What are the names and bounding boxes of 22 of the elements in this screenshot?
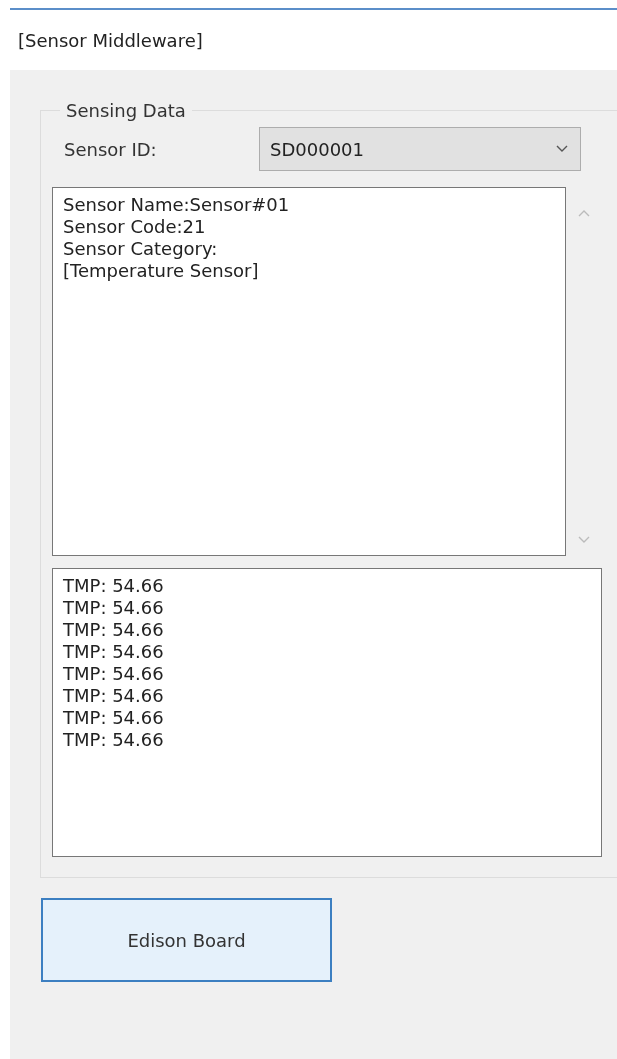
group-title: Sensing Data (65, 100, 187, 121)
info-line: [Temperature Sensor] (63, 260, 260, 282)
dropdown-icon[interactable] (556, 145, 568, 153)
reading-line: TMP: 54.66 (63, 619, 165, 641)
scroll-down-icon[interactable] (578, 536, 590, 544)
reading-line: TMP: 54.66 (63, 707, 165, 729)
scroll-up-icon[interactable] (578, 209, 590, 217)
reading-line: TMP: 54.66 (63, 729, 165, 751)
reading-line: TMP: 54.66 (63, 597, 165, 619)
info-line: Sensor Category: (63, 238, 219, 260)
sensor-id-label: Sensor ID: (63, 138, 158, 160)
info-line: Sensor Code:21 (63, 216, 207, 238)
reading-line: TMP: 54.66 (63, 575, 165, 597)
edison-board-button[interactable]: Edison Board (41, 898, 332, 982)
reading-line: TMP: 54.66 (63, 641, 165, 663)
info-line: Sensor Name:Sensor#01 (63, 194, 291, 216)
window-title: [Sensor Middleware] (18, 29, 203, 51)
readings-box[interactable]: TMP: 54.66 TMP: 54.66 TMP: 54.66 TMP: 54.66 TMP: 54.66 TMP: 54.66 TMP: 54.66 TMP: 54.66 (52, 568, 602, 857)
sensor-id-dropdown[interactable]: SD000001 (259, 127, 581, 171)
sensor-info-box[interactable]: Sensor Name:Sensor#01 Sensor Code:21 Sensor Category: [Temperature Sensor] (52, 187, 566, 556)
reading-line: TMP: 54.66 (63, 663, 165, 685)
reading-line: TMP: 54.66 (63, 685, 165, 707)
